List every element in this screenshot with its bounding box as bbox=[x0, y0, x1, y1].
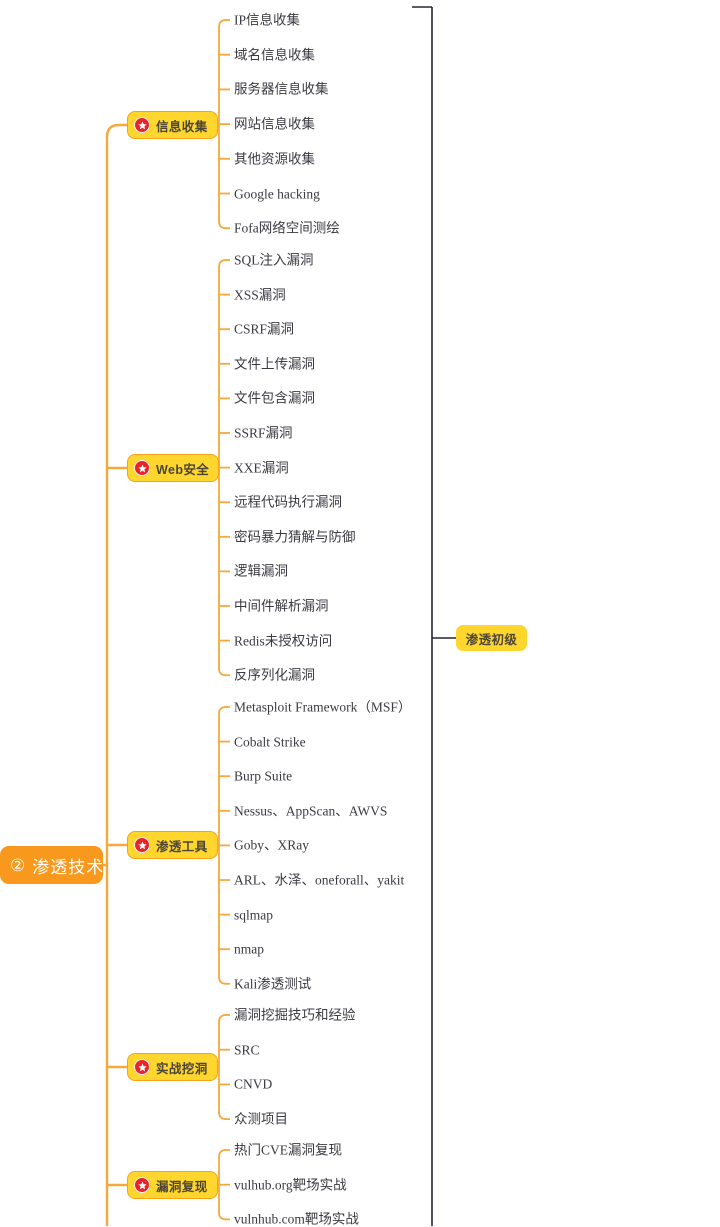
leaf-node[interactable]: IP信息收集 bbox=[234, 13, 300, 27]
root-node[interactable]: ② 渗透技术 bbox=[0, 846, 103, 884]
leaf-node[interactable]: 其他资源收集 bbox=[234, 152, 315, 166]
branch-node-4[interactable]: 实战挖洞 bbox=[127, 1053, 218, 1081]
leaf-node[interactable]: 热门CVE漏洞复现 bbox=[234, 1143, 342, 1157]
branch-node-1[interactable]: 信息收集 bbox=[127, 111, 218, 139]
leaf-node[interactable]: Burp Suite bbox=[234, 769, 292, 783]
branch-label: 漏洞复现 bbox=[156, 1179, 208, 1194]
leaf-node[interactable]: SSRF漏洞 bbox=[234, 426, 293, 440]
leaf-node[interactable]: 反序列化漏洞 bbox=[234, 668, 315, 682]
leaf-node[interactable]: 域名信息收集 bbox=[234, 48, 315, 62]
leaf-node[interactable]: 逻辑漏洞 bbox=[234, 565, 288, 579]
side-node-label: 渗透初级 bbox=[465, 632, 518, 647]
branch-node-3[interactable]: 渗透工具 bbox=[127, 831, 218, 859]
branch-node-2[interactable]: Web安全 bbox=[127, 454, 220, 482]
leaf-node[interactable]: Redis未授权访问 bbox=[234, 634, 332, 648]
leaf-node[interactable]: CSRF漏洞 bbox=[234, 322, 294, 336]
side-node-penetration-basic[interactable]: 渗透初级 bbox=[456, 625, 527, 651]
leaf-node[interactable]: Goby、XRay bbox=[234, 839, 309, 853]
leaf-node[interactable]: 服务器信息收集 bbox=[234, 83, 329, 97]
star-badge-icon bbox=[134, 460, 150, 476]
branch-node-5[interactable]: 漏洞复现 bbox=[127, 1171, 218, 1199]
leaf-node[interactable]: 文件上传漏洞 bbox=[234, 357, 315, 371]
branch-label: 实战挖洞 bbox=[156, 1061, 208, 1076]
star-badge-icon bbox=[134, 837, 150, 853]
leaf-node[interactable]: sqlmap bbox=[234, 908, 273, 922]
leaf-node[interactable]: SQL注入漏洞 bbox=[234, 253, 314, 267]
leaf-node[interactable]: 中间件解析漏洞 bbox=[234, 599, 329, 613]
leaf-node[interactable]: SRC bbox=[234, 1043, 260, 1057]
star-badge-icon bbox=[134, 117, 150, 133]
star-badge-icon bbox=[134, 1059, 150, 1075]
connector-lines bbox=[103, 6, 456, 1226]
leaf-node[interactable]: vulnhub.com靶场实战 bbox=[234, 1213, 359, 1227]
leaf-node[interactable]: CNVD bbox=[234, 1078, 272, 1092]
mindmap-canvas: ② 渗透技术 渗透初级 信息收集 IP信息收集域名信息收集 服务器信息收集 网站信息收集 其他… bbox=[0, 0, 720, 1226]
leaf-node[interactable]: Nessus、AppScan、AWVS bbox=[234, 804, 387, 818]
leaf-node[interactable]: XSS漏洞 bbox=[234, 288, 286, 302]
leaf-node[interactable]: Kali渗透测试 bbox=[234, 977, 311, 991]
leaf-node[interactable]: Cobalt Strike bbox=[234, 735, 306, 749]
leaf-node[interactable]: vulhub.org靶场实战 bbox=[234, 1178, 347, 1192]
leaf-node[interactable]: 网站信息收集 bbox=[234, 117, 315, 131]
leaf-node[interactable]: ARL、水泽、oneforall、yakit bbox=[234, 873, 404, 887]
leaf-node[interactable]: Fofa网络空间测绘 bbox=[234, 221, 340, 235]
leaf-node[interactable]: 文件包含漏洞 bbox=[234, 392, 315, 406]
leaf-node[interactable]: 众测项目 bbox=[234, 1112, 288, 1126]
leaf-node[interactable]: XXE漏洞 bbox=[234, 461, 289, 475]
leaf-node[interactable]: 漏洞挖掘技巧和经验 bbox=[234, 1008, 356, 1022]
branch-label: 信息收集 bbox=[156, 119, 208, 134]
star-badge-icon bbox=[134, 1177, 150, 1193]
leaf-node[interactable]: 密码暴力猜解与防御 bbox=[234, 530, 356, 544]
branch-label: 渗透工具 bbox=[156, 839, 208, 854]
leaf-node[interactable]: nmap bbox=[234, 942, 264, 956]
leaf-node[interactable]: Metasploit Framework（MSF） bbox=[234, 700, 411, 714]
root-label: 渗透技术 bbox=[32, 857, 105, 877]
leaf-node[interactable]: 远程代码执行漏洞 bbox=[234, 495, 342, 509]
leaf-node[interactable]: Google hacking bbox=[234, 187, 320, 201]
root-number: ② bbox=[10, 855, 26, 875]
branch-label: Web安全 bbox=[156, 462, 210, 477]
